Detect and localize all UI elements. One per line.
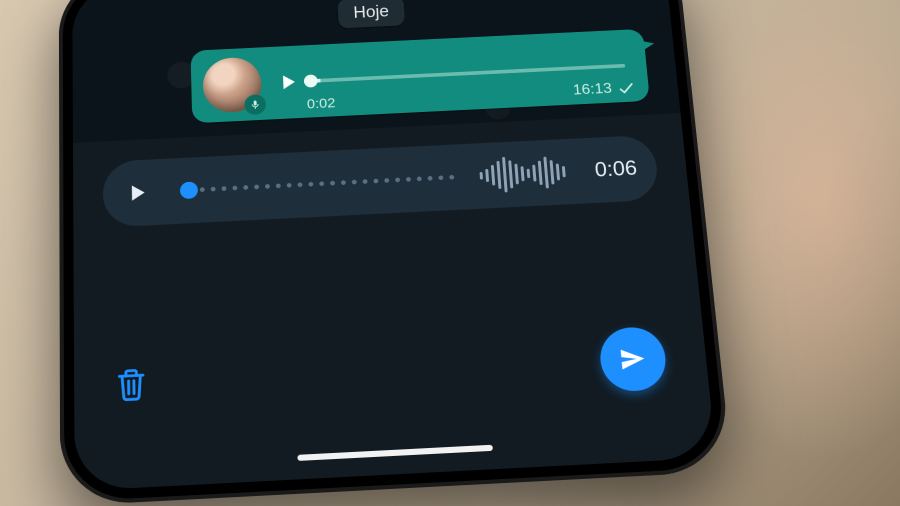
- mic-icon: [244, 94, 266, 115]
- voice-progress-knob[interactable]: [304, 74, 318, 87]
- waveform-bar: [480, 172, 483, 180]
- recorder-actions: [74, 324, 709, 420]
- recorder-panel: 0:06: [73, 113, 716, 491]
- recorder-duration: 0:06: [594, 156, 638, 182]
- waveform-bar: [532, 165, 536, 182]
- voice-elapsed: 0:02: [307, 95, 336, 112]
- waveform-bar: [544, 157, 550, 189]
- waveform-bar: [491, 165, 495, 186]
- check-icon: [617, 80, 636, 97]
- voice-progress-line: [308, 64, 626, 83]
- waveform-bar: [515, 164, 520, 185]
- message-timestamp: 16:13: [572, 81, 612, 99]
- waveform-bar: [497, 161, 502, 189]
- waveform-bar: [538, 161, 543, 185]
- recorder-scrubber-knob[interactable]: [180, 181, 198, 199]
- recorder-bar: 0:06: [103, 135, 660, 228]
- date-chip: Hoje: [337, 0, 405, 28]
- phone-frame: Hoje 0:02 16:13: [59, 0, 732, 506]
- screen: Hoje 0:02 16:13: [72, 0, 716, 491]
- waveform-bar: [502, 157, 508, 193]
- waveform-bar: [521, 166, 525, 181]
- waveform-bar: [556, 164, 560, 181]
- send-button[interactable]: [598, 326, 669, 393]
- home-indicator[interactable]: [297, 445, 493, 461]
- avatar[interactable]: [202, 56, 262, 113]
- message-meta: 16:13: [572, 80, 636, 99]
- recorder-scrubber[interactable]: [164, 153, 577, 211]
- waveform-bar: [562, 166, 566, 177]
- waveform-bar: [485, 169, 489, 182]
- recorder-play-button[interactable]: [123, 179, 151, 207]
- waveform-bar: [527, 169, 531, 178]
- waveform-bar: [550, 160, 555, 184]
- play-button[interactable]: [274, 70, 300, 95]
- recorder-waveform: [479, 154, 567, 194]
- delete-recording-button[interactable]: [115, 366, 148, 404]
- waveform-bar: [508, 160, 513, 188]
- date-label: Hoje: [353, 2, 389, 21]
